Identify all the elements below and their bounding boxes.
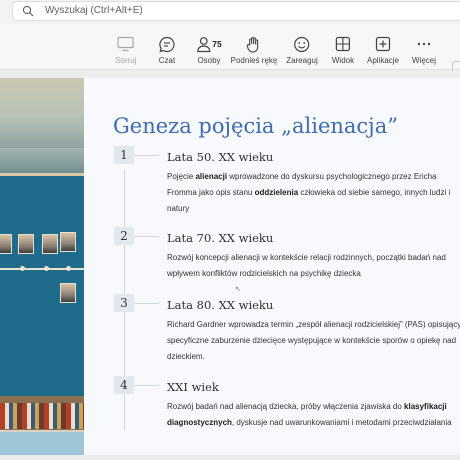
classroom-photo <box>0 78 84 455</box>
people-icon <box>197 36 211 52</box>
chat-label: Czat <box>158 56 176 65</box>
search-placeholder: Wyszukaj (Ctrl+Alt+E) <box>45 5 143 16</box>
timeline-dot-2 <box>44 266 49 271</box>
mouse-cursor-icon: ↖ <box>235 286 241 293</box>
portrait-5 <box>60 283 76 303</box>
share-label: Steruj <box>115 56 137 65</box>
participant-count: 75 <box>212 39 222 49</box>
apps-label: Aplikacje <box>366 56 400 65</box>
books <box>0 403 84 429</box>
description-text: , dyskusje nad uwarunkowaniami i metodam… <box>231 418 452 427</box>
timeline-entry-description: Rozwój koncepcji alienacji w kontekście … <box>167 250 460 282</box>
portrait-2 <box>18 234 34 254</box>
slide-title: Geneza pojęcia „alienacja” <box>113 114 398 138</box>
timeline-dot-3 <box>66 266 71 271</box>
more-label: Więcej <box>411 56 437 65</box>
emphasis-text: oddzielenia <box>254 188 299 197</box>
emphasis-text: alienacji <box>195 172 228 181</box>
description-text: Rozwój koncepcji alienacji w kontekście … <box>167 253 446 278</box>
smiley-icon <box>294 36 310 52</box>
portrait-3 <box>42 234 58 254</box>
timeline-entry-description: Rozwój badań nad alienacją dziecka, prób… <box>167 399 460 431</box>
presentation-stage: Geneza pojęcia „alienacja” 1 Lata 50. XX … <box>0 71 460 460</box>
chat-button[interactable]: Czat <box>159 35 176 65</box>
portrait-1 <box>0 234 12 254</box>
more-button[interactable]: Więcej <box>412 35 436 65</box>
search-bar: Wyszukaj (Ctrl+Alt+E) <box>0 0 460 24</box>
portrait-4 <box>60 232 76 252</box>
timeline-entry-title: Lata 70. XX wieku <box>167 231 274 245</box>
people-label: Osoby <box>197 56 221 65</box>
people-button[interactable]: 75 Osoby <box>196 35 222 65</box>
meeting-toolbar: Steruj Czat 75 Osoby Podnieś rękę Zareag… <box>0 24 460 74</box>
more-icon <box>417 42 431 46</box>
photo-timeline <box>0 268 84 270</box>
description-text: Richard Gardner wprowadza termin „zespół… <box>167 320 460 361</box>
add-apps-icon <box>375 36 391 52</box>
share-button[interactable]: Steruj <box>115 35 137 65</box>
share-screen-icon <box>117 36 135 52</box>
search-icon <box>22 5 34 17</box>
timeline-number: 2 <box>114 227 134 245</box>
description-text: Pojęcie <box>167 172 196 181</box>
photo-window <box>0 78 84 148</box>
raise-hand-label: Podnieś rękę <box>230 56 278 65</box>
timeline-entry-title: Lata 50. XX wieku <box>167 150 274 164</box>
timeline-number: 1 <box>114 146 134 164</box>
apps-button[interactable]: Aplikacje <box>367 35 399 65</box>
timeline-entry-title: XXI wiek <box>167 380 219 394</box>
chat-icon <box>159 36 175 52</box>
raise-hand-button[interactable]: Podnieś rękę <box>230 35 278 65</box>
shared-slide: Geneza pojęcia „alienacja” 1 Lata 50. XX … <box>0 78 460 455</box>
view-button[interactable]: Widok <box>332 35 354 65</box>
cabinet <box>0 430 84 455</box>
react-label: Zareaguj <box>286 56 318 65</box>
grid-view-icon <box>335 36 351 52</box>
timeline-number: 4 <box>114 376 134 394</box>
timeline-entry-description: Pojęcie alienacji wprowadzone do dyskurs… <box>167 169 460 217</box>
timeline-dot-1 <box>20 266 25 271</box>
view-label: Widok <box>331 56 355 65</box>
description-text: Rozwój badań nad alienacją dziecka, prób… <box>167 402 405 411</box>
timeline-entry-title: Lata 80. XX wieku <box>167 298 274 312</box>
react-button[interactable]: Zareaguj <box>286 35 318 65</box>
raise-hand-icon <box>247 36 259 53</box>
timeline-entry-description: Richard Gardner wprowadza termin „zespół… <box>167 317 460 365</box>
timeline-number: 3 <box>114 294 134 312</box>
